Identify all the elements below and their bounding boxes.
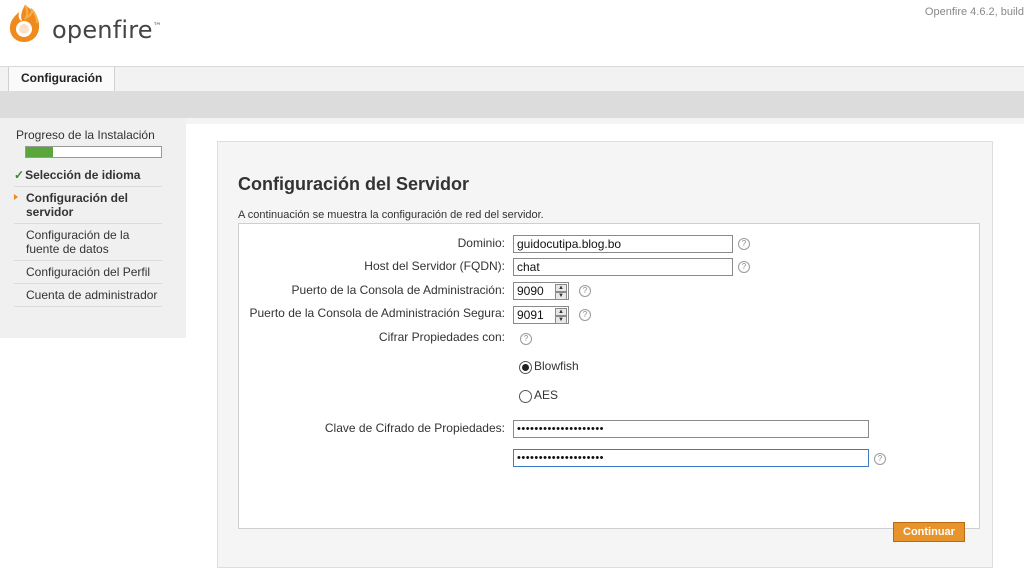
header: openfire™ Openfire 4.6.2, build <box>0 0 1024 66</box>
admin-port-spinner[interactable]: 9090 ▲ ▼ <box>513 282 569 300</box>
content-area: Configuración del Servidor A continuació… <box>186 118 1024 573</box>
step-label: Configuración de la fuente de datos <box>26 228 130 256</box>
tab-bar: Configuración <box>0 66 1024 92</box>
step-language: ✓Selección de idioma <box>14 164 162 187</box>
help-icon[interactable]: ? <box>579 309 591 321</box>
server-settings-form: Dominio: guidocutipa.blog.bo ? Host del … <box>238 223 980 529</box>
blowfish-label: Blowfish <box>534 359 579 373</box>
admin-port-label: Puerto de la Consola de Administración: <box>291 283 505 297</box>
domain-input[interactable]: guidocutipa.blog.bo <box>513 235 733 253</box>
secure-port-label: Puerto de la Consola de Administración S… <box>249 306 506 320</box>
spinner-buttons: ▲ ▼ <box>555 284 567 300</box>
help-icon[interactable]: ? <box>520 333 532 345</box>
secure-port-spinner[interactable]: 9091 ▲ ▼ <box>513 306 569 324</box>
openfire-logo-icon <box>9 4 40 42</box>
logo-text: openfire™ <box>52 16 162 44</box>
trademark: ™ <box>152 22 162 32</box>
setup-steps: ✓Selección de idioma Configuración del s… <box>14 164 162 307</box>
progress-bar <box>25 146 162 158</box>
admin-port-value: 9090 <box>517 284 544 298</box>
encryption-key-confirm-input[interactable]: •••••••••••••••••••• <box>513 449 869 467</box>
step-profile: Configuración del Perfil <box>14 261 162 284</box>
fqdn-label: Host del Servidor (FQDN): <box>364 259 505 273</box>
spin-up-icon[interactable]: ▲ <box>555 308 567 316</box>
secure-port-value: 9091 <box>517 308 544 322</box>
content-inner: Configuración del Servidor A continuació… <box>186 124 1024 573</box>
radio-blowfish[interactable] <box>519 361 532 374</box>
step-label: Configuración del Perfil <box>26 265 151 279</box>
encryption-key-input[interactable]: •••••••••••••••••••• <box>513 420 869 438</box>
continue-button[interactable]: Continuar <box>893 522 965 542</box>
step-server: Configuración del servidor <box>14 187 162 224</box>
spin-down-icon[interactable]: ▼ <box>555 292 567 300</box>
progress-fill <box>26 147 53 157</box>
step-label: Selección de idioma <box>25 168 141 182</box>
aes-label: AES <box>534 388 559 402</box>
help-icon[interactable]: ? <box>874 453 886 465</box>
page-description: A continuación se muestra la configuraci… <box>238 209 544 221</box>
radio-aes[interactable] <box>519 390 532 403</box>
fqdn-input[interactable]: chat <box>513 258 733 276</box>
tab-configuracion[interactable]: Configuración <box>8 67 116 91</box>
step-database: Configuración de la fuente de datos <box>14 224 162 261</box>
current-step-arrow-icon <box>14 194 18 200</box>
encrypt-label: Cifrar Propiedades con: <box>378 330 505 344</box>
spinner-buttons: ▲ ▼ <box>555 308 567 324</box>
domain-label: Dominio: <box>457 236 505 250</box>
sub-nav-band <box>0 91 1024 118</box>
step-admin-account: Cuenta de administrador <box>14 284 162 307</box>
step-label: Configuración del servidor <box>26 191 128 219</box>
step-label: Cuenta de administrador <box>26 288 158 302</box>
spin-up-icon[interactable]: ▲ <box>555 284 567 292</box>
version-text: Openfire 4.6.2, build <box>924 6 1024 18</box>
help-icon[interactable]: ? <box>738 261 750 273</box>
encryption-key-label: Clave de Cifrado de Propiedades: <box>324 421 505 435</box>
page-title: Configuración del Servidor <box>238 174 470 194</box>
help-icon[interactable]: ? <box>738 238 750 250</box>
progress-title: Progreso de la Instalación <box>16 128 155 142</box>
setup-panel: Configuración del Servidor A continuació… <box>217 141 993 568</box>
radio-selected-dot <box>522 364 529 371</box>
spin-down-icon[interactable]: ▼ <box>555 316 567 324</box>
sidebar: Progreso de la Instalación ✓Selección de… <box>0 118 186 338</box>
help-icon[interactable]: ? <box>579 285 591 297</box>
checkmark-icon: ✓ <box>14 168 25 182</box>
